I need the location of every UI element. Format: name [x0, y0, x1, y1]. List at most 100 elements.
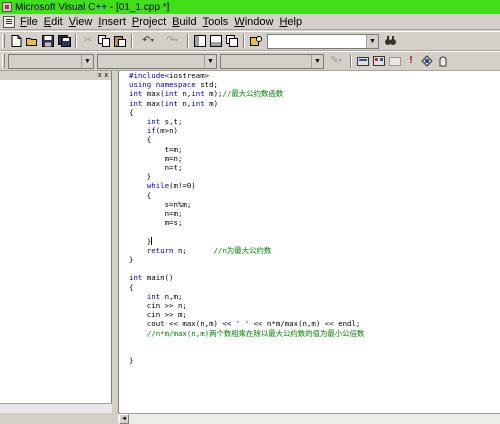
compile-icon[interactable]	[356, 54, 370, 68]
toolbar-separator	[187, 34, 189, 48]
code-line[interactable]: {	[129, 108, 133, 117]
app-icon[interactable]	[2, 2, 12, 12]
save-icon[interactable]	[41, 34, 55, 48]
chevron-down-icon[interactable]: ▼	[366, 34, 378, 48]
code-line[interactable]: int s,t;	[129, 117, 183, 126]
menu-label-rest: roject	[139, 15, 167, 28]
code-line[interactable]: }	[129, 172, 151, 181]
toolbar-separator	[131, 34, 133, 48]
code-line[interactable]: {	[129, 135, 151, 144]
copy-icon[interactable]	[97, 34, 111, 48]
workspace-icon[interactable]	[193, 34, 207, 48]
chevron-down-icon[interactable]: ▼	[204, 54, 216, 68]
redo-icon[interactable]: ↷ ▾	[161, 34, 183, 48]
menu-access-key: W	[234, 15, 245, 28]
member-combo[interactable]: ▼	[220, 53, 324, 69]
menu-edit[interactable]: Edit	[41, 16, 66, 28]
menu-view[interactable]: View	[66, 16, 96, 28]
code-line[interactable]: m=n;	[129, 154, 183, 163]
toolbar-separator	[75, 34, 77, 48]
class-combo[interactable]: ▼	[97, 53, 217, 69]
code-line[interactable]: {	[129, 283, 133, 292]
code-line[interactable]: int n,m;	[129, 292, 183, 301]
close-icon[interactable]: x	[105, 72, 109, 79]
title-bar: Microsoft Visual C++ - [01_1.cpp *]	[0, 0, 500, 14]
scroll-left-icon[interactable]: ◄	[119, 414, 129, 424]
menu-tools[interactable]: Tools	[200, 16, 232, 28]
find-icon[interactable]	[383, 34, 397, 48]
execute-icon[interactable]: !	[404, 54, 418, 68]
menu-access-key: V	[68, 15, 76, 28]
code-line[interactable]: cout << max(n,m) << ' ' << n*m/max(n,m) …	[129, 319, 361, 328]
menu-window[interactable]: Window	[231, 16, 276, 28]
horizontal-scrollbar[interactable]: ◄	[118, 413, 500, 424]
code-line[interactable]: cin >> m;	[129, 310, 187, 319]
menu-label-rest: elp	[287, 15, 303, 28]
menu-insert[interactable]: Insert	[95, 16, 129, 28]
code-line[interactable]: while(m!=0)	[129, 181, 196, 190]
code-line[interactable]: if(m>n)	[129, 126, 178, 135]
find-combo-value	[268, 35, 366, 48]
class-combo-value	[98, 55, 204, 68]
menu-access-key: F	[20, 15, 27, 28]
workspace-tabs	[0, 403, 112, 413]
save-all-icon[interactable]	[57, 34, 71, 48]
code-line[interactable]: using namespace std;	[129, 80, 218, 89]
undo-icon[interactable]: ↶ ▾	[137, 34, 159, 48]
menu-project[interactable]: Project	[129, 16, 169, 28]
standard-toolbar: ✂ ↶ ▾ ↷ ▾ ▼	[0, 31, 500, 51]
chevron-down-icon[interactable]: ▼	[311, 54, 323, 68]
workspace-panel: x x	[0, 71, 112, 413]
menu-file[interactable]: File	[17, 16, 41, 28]
code-line[interactable]: //n*m/max(n,m)两个数相乘在除以最大公约数的值为最小公倍数	[129, 329, 365, 338]
new-file-icon[interactable]	[9, 34, 23, 48]
menu-access-key: E	[43, 15, 52, 28]
toolbar-grip[interactable]	[2, 34, 5, 48]
go-icon[interactable]	[420, 54, 434, 68]
open-icon[interactable]	[25, 34, 39, 48]
window-list-icon[interactable]	[225, 34, 239, 48]
build-icon[interactable]	[372, 54, 386, 68]
cut-icon[interactable]: ✂	[81, 34, 95, 48]
code-editor[interactable]: #include<iostream> using namespace std; in…	[118, 71, 500, 413]
toolbar-separator	[243, 34, 245, 48]
code-line[interactable]: int max(int n,int m);//最大公约数函数	[129, 89, 283, 98]
chevron-down-icon[interactable]: ▼	[81, 54, 93, 68]
find-combo[interactable]: ▼	[267, 33, 379, 49]
code-line[interactable]: m=s;	[129, 218, 183, 227]
code-line[interactable]: }	[129, 236, 153, 246]
menu-build[interactable]: Build	[169, 16, 199, 28]
workspace-combo-value	[9, 55, 81, 68]
code-line[interactable]: return n; //n为最大公约数	[129, 246, 271, 255]
toolbar-separator	[350, 54, 352, 68]
code-line[interactable]: t=m;	[129, 145, 183, 154]
paste-icon[interactable]	[113, 34, 127, 48]
menu-bar: File Edit View Insert Project Build Tools Windo…	[0, 14, 500, 30]
document-menu-icon[interactable]	[3, 15, 15, 28]
menu-label-rest: uild	[179, 15, 197, 28]
code-line[interactable]: #include<iostream>	[129, 71, 209, 80]
code-line[interactable]: int max(int n,int m)	[129, 99, 218, 108]
workspace-header: x x	[0, 71, 111, 80]
toolbar-grip[interactable]	[2, 54, 5, 68]
stop-build-icon[interactable]	[388, 54, 402, 68]
menu-label-rest: ile	[26, 15, 38, 28]
code-line[interactable]: {	[129, 191, 151, 200]
menu-help[interactable]: Help	[276, 16, 305, 28]
menu-label-rest: ools	[208, 15, 229, 28]
window-title: Microsoft Visual C++ - [01_1.cpp *]	[15, 1, 170, 13]
breakpoint-icon[interactable]	[436, 54, 450, 68]
code-line[interactable]: n=t;	[129, 163, 183, 172]
workspace-combo[interactable]: ▼	[8, 53, 94, 69]
member-combo-value	[221, 55, 311, 68]
output-icon[interactable]	[209, 34, 223, 48]
code-line[interactable]: }	[129, 255, 133, 264]
code-line[interactable]: s=n%m;	[129, 200, 192, 209]
code-line[interactable]: cin >> n;	[129, 301, 187, 310]
code-line[interactable]: int main()	[129, 273, 174, 282]
restore-icon[interactable]: x	[98, 72, 102, 79]
find-in-files-icon[interactable]	[249, 34, 263, 48]
wizard-icon[interactable]: ✎ ▾	[326, 54, 346, 68]
code-line[interactable]: n=m;	[129, 209, 183, 218]
code-line[interactable]: }	[129, 356, 133, 365]
